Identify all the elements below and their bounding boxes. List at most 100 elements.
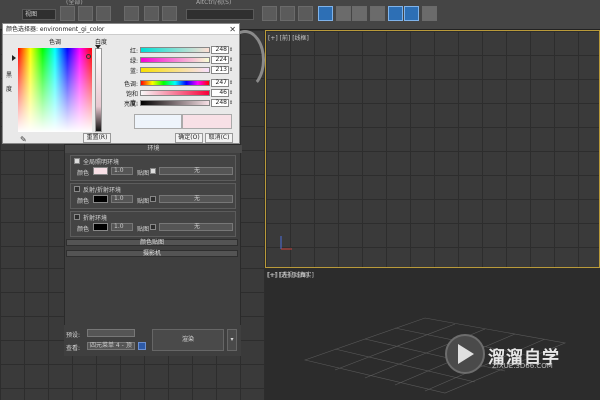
render-dropdown-icon[interactable]: ▾ (227, 329, 237, 351)
refl-map-checkbox[interactable] (150, 196, 156, 202)
render-button[interactable]: 渲染 (152, 329, 224, 351)
value-spinner[interactable]: ⇕ (229, 99, 234, 107)
blue-spinner[interactable]: ⇕ (229, 66, 234, 74)
refl-multiplier-spinner[interactable]: 1.0 (111, 195, 133, 203)
refl-map-label: 贴图 (137, 198, 150, 205)
schematic-icon[interactable] (352, 6, 367, 21)
red-value-input[interactable]: 248 (211, 46, 229, 54)
value-value-input[interactable]: 248 (211, 99, 229, 107)
saturation-slider[interactable] (140, 90, 210, 96)
saturation-value-input[interactable]: 46 (211, 89, 229, 97)
lock-view-icon[interactable] (138, 342, 146, 350)
original-color-swatch (134, 114, 182, 129)
hue-spinner[interactable]: ⇕ (229, 79, 234, 87)
percent-icon[interactable] (144, 6, 159, 21)
red-label: 红: (129, 48, 138, 55)
gi-map-label: 贴图 (137, 170, 150, 177)
blue-value-input[interactable]: 213 (211, 66, 229, 74)
whiteness-pointer-icon[interactable] (95, 45, 101, 49)
render-setup-icon[interactable] (370, 6, 385, 21)
rotate-icon[interactable] (96, 6, 111, 21)
refl-env-checkbox[interactable] (74, 186, 80, 192)
layer-icon[interactable] (298, 6, 313, 21)
green-spinner[interactable]: ⇕ (229, 56, 234, 64)
refr-env-group: 折射环境 颜色 1.0 贴图 无 (70, 211, 236, 237)
color-map-rollout[interactable]: 颜色贴图 (66, 239, 238, 246)
gi-color-label: 颜色 (77, 170, 90, 177)
new-color-swatch (182, 114, 232, 129)
gi-map-checkbox[interactable] (150, 168, 156, 174)
align-icon[interactable] (280, 6, 295, 21)
watermark-url: ZIXUE.3D66.COM (492, 362, 553, 370)
env-rollout-header[interactable]: 环境 (65, 145, 242, 153)
blackness-pointer-icon[interactable] (12, 55, 16, 61)
green-slider[interactable] (140, 57, 210, 63)
gi-color-swatch[interactable] (93, 167, 108, 175)
hue-label: 色调 (49, 39, 62, 46)
select-icon[interactable] (60, 6, 75, 21)
hue-slider-label: 色调: (123, 81, 138, 88)
refl-env-label: 反射/折射环境 (83, 187, 122, 194)
whiteness-strip[interactable] (95, 48, 102, 132)
close-icon[interactable]: ✕ (229, 24, 236, 35)
angle-snap-icon[interactable] (162, 6, 177, 21)
refr-map-checkbox[interactable] (150, 224, 156, 230)
hue-value-input[interactable]: 247 (211, 79, 229, 87)
gi-env-group: 全局照明环境 颜色 1.0 贴图 无 (70, 155, 236, 181)
viewport-left-label[interactable]: [+] [左] [线框] (268, 270, 309, 279)
render-icon[interactable] (404, 6, 419, 21)
top-menu-item[interactable]: AltCtrl/视(S) (196, 0, 231, 6)
viewport-front[interactable]: [+] [前] [线框] (265, 30, 600, 268)
camera-rollout[interactable]: 摄影机 (66, 250, 238, 257)
color-cursor-icon[interactable] (86, 54, 91, 59)
ok-button[interactable]: 确定(O) (175, 133, 203, 143)
gi-multiplier-spinner[interactable]: 1.0 (111, 167, 133, 175)
view-dropdown[interactable]: 四元菜单 4 - 顶 (87, 342, 135, 350)
top-menu-item[interactable]: (全部) (66, 0, 83, 6)
viewport-label[interactable]: [+] [前] [线框] (268, 33, 309, 42)
mirror-icon[interactable] (262, 6, 277, 21)
snap-icon[interactable] (124, 6, 139, 21)
value-slider[interactable] (140, 100, 210, 106)
refr-env-checkbox[interactable] (74, 214, 80, 220)
degree-label: 度 (6, 86, 13, 93)
view-label: 查看: (66, 345, 81, 352)
refr-map-button[interactable]: 无 (159, 223, 233, 231)
value-label: 亮度: (123, 101, 138, 108)
blue-slider[interactable] (140, 67, 210, 73)
saturation-spinner[interactable]: ⇕ (229, 89, 234, 97)
render-footer: 预设: 查看: 四元菜单 4 - 顶 渲染 ▾ (64, 325, 241, 356)
reset-button[interactable]: 重置(R) (83, 133, 111, 143)
gi-env-checkbox[interactable] (74, 158, 80, 164)
named-selection-field[interactable] (186, 9, 254, 20)
cancel-button[interactable]: 取消(C) (205, 133, 233, 143)
view-selector[interactable]: 视图 (22, 9, 56, 20)
material-editor-icon[interactable] (318, 6, 333, 21)
green-value-input[interactable]: 224 (211, 56, 229, 64)
eyedropper-icon[interactable]: ✎ (20, 135, 27, 144)
perspective-grid (303, 317, 567, 394)
red-spinner[interactable]: ⇕ (229, 46, 234, 54)
gi-env-label: 全局照明环境 (83, 159, 120, 166)
viewport-perspective[interactable]: [+] [透视] [真实] (265, 268, 600, 400)
refl-color-swatch[interactable] (93, 195, 108, 203)
preset-dropdown[interactable] (87, 329, 135, 337)
refr-color-swatch[interactable] (93, 223, 108, 231)
refr-env-label: 折射环境 (83, 215, 108, 222)
refl-env-group: 反射/折射环境 颜色 1.0 贴图 无 (70, 183, 236, 209)
axis-gizmo-icon (280, 236, 292, 250)
hue-slider[interactable] (140, 80, 210, 86)
curve-editor-icon[interactable] (336, 6, 351, 21)
green-label: 绿: (129, 58, 138, 65)
move-icon[interactable] (78, 6, 93, 21)
dialog-title: 颜色选择器: environment_gi_color (3, 24, 239, 35)
red-slider[interactable] (140, 47, 210, 53)
refl-map-button[interactable]: 无 (159, 195, 233, 203)
teapot-icon[interactable] (422, 6, 437, 21)
preset-label: 预设: (66, 332, 81, 339)
refr-multiplier-spinner[interactable]: 1.0 (111, 223, 133, 231)
gi-map-button[interactable]: 无 (159, 167, 233, 175)
refl-color-label: 颜色 (77, 198, 90, 205)
render-frame-icon[interactable] (388, 6, 403, 21)
hue-blackness-box[interactable] (18, 48, 92, 132)
